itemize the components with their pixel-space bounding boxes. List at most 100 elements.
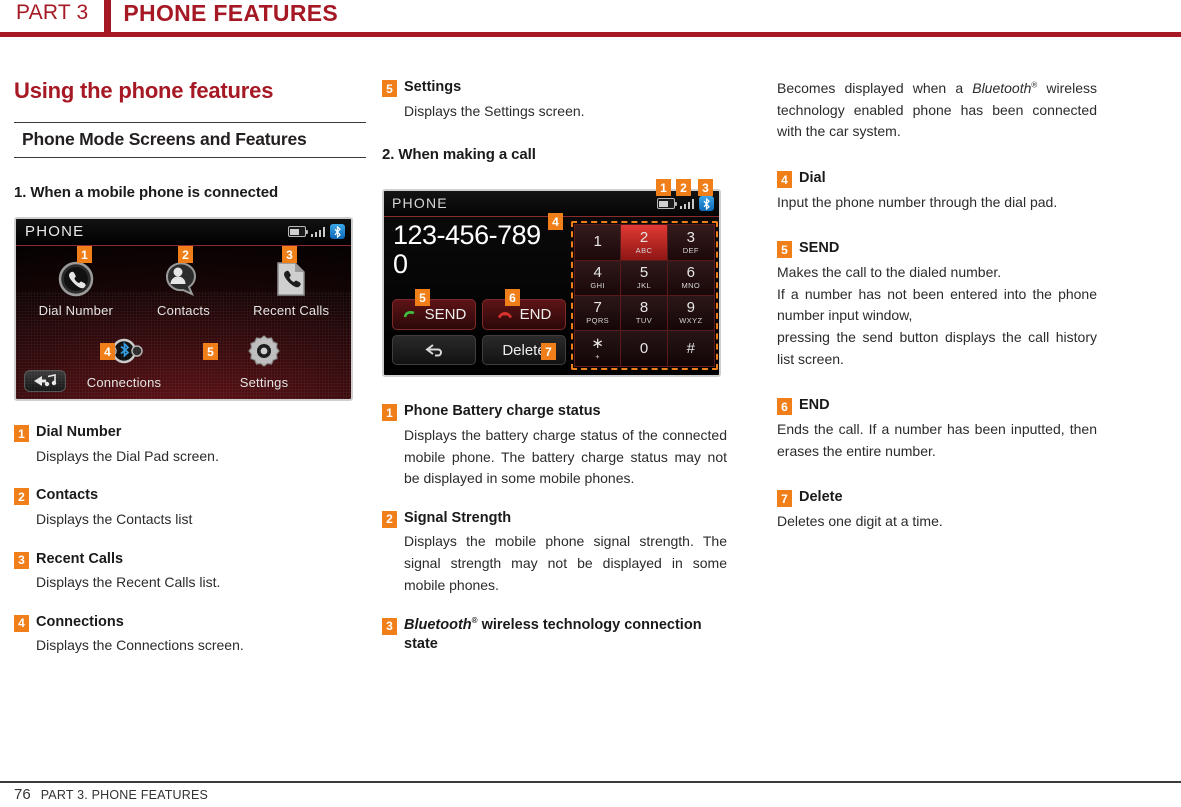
key-letters: ABC — [635, 245, 653, 255]
entry-send: 5 SEND Makes the call to the dialed numb… — [777, 239, 1097, 370]
key-digit: 8 — [639, 299, 649, 317]
key-hash[interactable]: # — [667, 331, 714, 367]
entry-title: Phone Battery charge status — [404, 403, 601, 420]
callout-badge-4: 4 — [100, 343, 115, 360]
section-title: Phone Mode Screens and Features — [22, 129, 307, 149]
footer-rule — [0, 781, 1181, 783]
entry-dial: 4 Dial Input the phone number through th… — [777, 169, 1097, 213]
entry-badge: 5 — [777, 241, 792, 259]
send-label: SEND — [424, 306, 467, 324]
key-digit: 0 — [639, 339, 649, 357]
screen-status-area — [656, 196, 714, 212]
header-part-label: PART 3 — [16, 1, 89, 24]
header-title: PHONE FEATURES — [123, 0, 339, 26]
screen-title: PHONE — [392, 195, 448, 212]
entry-body: Displays the Settings screen. — [404, 102, 585, 119]
keypad[interactable]: 1 2 ABC 3 DEF 4 GHI 5 JKL 6 MNO 7 PQRS 8 TUV 9W… — [574, 224, 715, 368]
tile-recent-calls[interactable]: Recent Calls — [237, 256, 345, 318]
key-letters: + — [595, 352, 601, 362]
entry-battery-status: 1 Phone Battery charge status Displays t… — [382, 402, 727, 490]
entry-badge: 4 — [14, 614, 29, 632]
entry-badge: 7 — [777, 490, 792, 508]
callout-badge-5: 5 — [203, 343, 218, 360]
entry-end: 6 END Ends the call. If a number has bee… — [777, 396, 1097, 462]
key-4[interactable]: 4 GHI — [575, 260, 622, 296]
end-label: END — [519, 306, 552, 324]
key-5[interactable]: 5 JKL — [621, 260, 668, 296]
key-0[interactable]: 0 — [621, 331, 668, 367]
end-button[interactable]: END — [482, 299, 566, 331]
send-button[interactable]: SEND — [392, 299, 476, 331]
entry-body: Displays the Recent Calls list. — [36, 574, 221, 591]
entry-body: Deletes one digit at a time. — [777, 512, 943, 529]
callout-badge-3: 3 — [282, 246, 297, 263]
key-letters: MNO — [681, 281, 701, 291]
entry-contacts: 2 Contacts Displays the Contacts list — [14, 486, 366, 530]
entry-title: SEND — [799, 240, 840, 257]
tile-settings[interactable]: Settings — [216, 328, 312, 390]
subheading-making-call: 2. When making a call — [382, 146, 536, 164]
key-3[interactable]: 3 DEF — [667, 225, 714, 261]
entry-bluetooth-connection-state: 3 Bluetooth® wireless technology connect… — [382, 616, 727, 655]
key-letters: WXYZ — [679, 316, 703, 326]
callout-badge-6: 6 — [505, 289, 520, 307]
bluetooth-wordmark: Bluetooth — [404, 616, 472, 633]
manual-page: PART 3 PHONE FEATURES Using the phone fe… — [0, 0, 1181, 807]
footer-content: 76 PART 3. PHONE FEATURES — [14, 786, 208, 803]
callout-badge-5: 5 — [415, 289, 430, 307]
entry-title: Recent Calls — [36, 550, 124, 567]
key-digit: 3 — [686, 228, 695, 246]
entry-body: Ends the call. If a number has been inpu… — [777, 420, 1097, 459]
tile-label: Connections — [86, 375, 162, 390]
key-8[interactable]: 8 TUV — [621, 295, 668, 331]
key-7[interactable]: 7 PQRS — [575, 295, 622, 331]
screen-title: PHONE — [25, 223, 85, 240]
callout-badge-1: 1 — [656, 179, 671, 197]
entry-badge: 6 — [777, 398, 792, 416]
entry-badge: 3 — [14, 551, 29, 569]
key-9[interactable]: 9 WXYZ — [667, 295, 714, 331]
bluetooth-wordmark: Bluetooth — [972, 80, 1032, 96]
key-6[interactable]: 6 MNO — [667, 260, 714, 296]
entry-badge: 1 — [14, 425, 29, 442]
footer-label: PART 3. PHONE FEATURES — [40, 788, 209, 802]
tile-contacts[interactable]: Contacts — [130, 256, 238, 318]
section-header: Phone Mode Screens and Features — [14, 122, 366, 158]
tile-connections[interactable]: Connections — [76, 328, 172, 390]
key-2[interactable]: 2 ABC — [621, 225, 668, 261]
key-digit: 5 — [639, 264, 649, 282]
key-letters: PQRS — [586, 316, 610, 326]
key-star[interactable]: ∗ + — [575, 331, 622, 367]
entry-title: Settings — [404, 79, 462, 95]
entry-badge: 4 — [777, 171, 792, 189]
entry-body: Displays the Dial Pad screen. — [36, 447, 219, 464]
signal-icon — [679, 198, 694, 210]
entry-body: Displays the battery charge status of th… — [404, 426, 727, 487]
callout-badge-2: 2 — [178, 246, 193, 263]
tile-dial-number[interactable]: Dial Number — [22, 256, 130, 318]
page-number: 76 — [14, 786, 31, 803]
continuation-pre: Becomes displayed when a — [777, 80, 973, 96]
key-digit: 6 — [686, 264, 695, 282]
key-digit: 7 — [593, 299, 602, 317]
right-column: Becomes displayed when a Bluetooth® wire… — [777, 78, 1097, 552]
entry-title: Signal Strength — [404, 509, 512, 526]
key-digit: 9 — [686, 299, 695, 317]
entry-delete: 7 Delete Deletes one digit at a time. — [777, 488, 1097, 532]
callout-badge-4: 4 — [548, 213, 563, 231]
dial-pad-screenshot: PHONE 123-456-7890 SEND END Delete 1 2 A… — [382, 179, 727, 384]
entry-badge: 1 — [382, 404, 397, 422]
entry-title: Delete — [799, 489, 843, 506]
entry-title: Connections — [36, 613, 124, 630]
entry-body: Displays the Connections screen. — [36, 637, 244, 654]
middle-column: 5 Settings Displays the Settings screen.… — [382, 78, 727, 674]
key-digit: # — [686, 339, 695, 357]
back-to-media-icon[interactable] — [24, 370, 66, 392]
entry-title: Bluetooth® wireless technology connectio… — [404, 616, 727, 655]
key-1[interactable]: 1 — [575, 225, 622, 261]
bluetooth-continuation-body: Becomes displayed when a Bluetooth® wire… — [777, 78, 1097, 143]
entry-recent-calls: 3 Recent Calls Displays the Recent Calls… — [14, 550, 366, 594]
back-arrow-icon[interactable] — [392, 335, 476, 366]
header-divider — [104, 0, 112, 32]
gear-icon — [245, 328, 283, 374]
